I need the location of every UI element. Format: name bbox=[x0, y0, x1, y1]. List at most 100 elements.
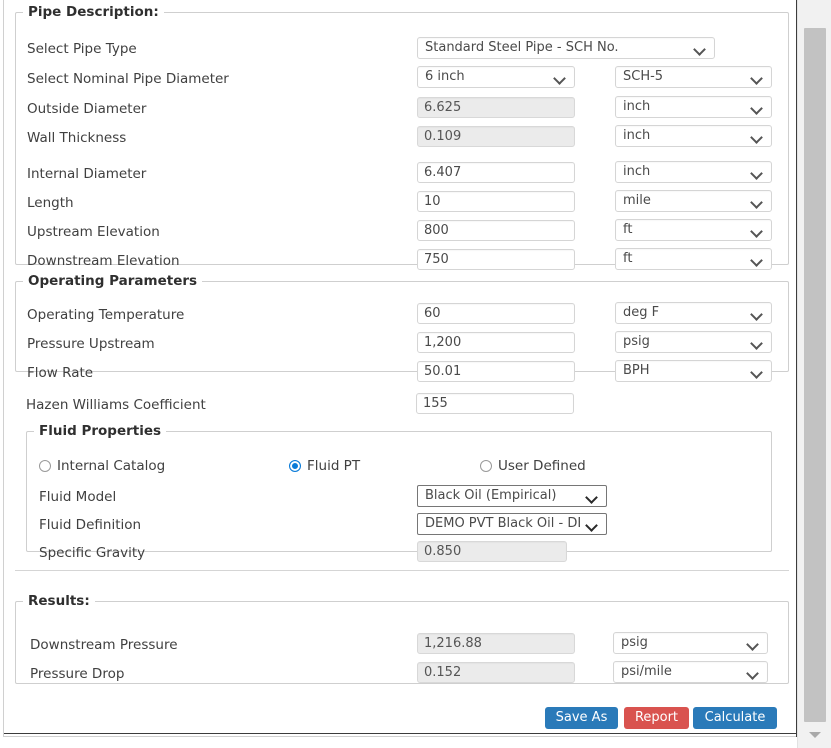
wall-thickness-field[interactable] bbox=[417, 126, 575, 147]
label-select-nominal-pipe-diameter: Select Nominal Pipe Diameter bbox=[27, 71, 229, 87]
downstream-pressure-unit-dropdown[interactable]: psig bbox=[613, 632, 768, 654]
downstream-elevation-unit-value: ft bbox=[623, 251, 633, 266]
pipe-schedule-dropdown[interactable]: SCH-5 bbox=[615, 66, 772, 88]
pipe-schedule-value: SCH-5 bbox=[623, 69, 664, 84]
length-unit-value: mile bbox=[623, 193, 651, 208]
outside-diameter-field[interactable] bbox=[417, 97, 575, 118]
radio-internal-catalog[interactable]: Internal Catalog bbox=[39, 459, 165, 473]
flow-rate-unit-dropdown[interactable]: BPH bbox=[615, 360, 772, 382]
report-button[interactable]: Report bbox=[624, 707, 689, 729]
flow-rate-unit-value: BPH bbox=[623, 363, 650, 378]
downstream-elevation-unit-dropdown[interactable]: ft bbox=[615, 248, 772, 270]
radio-internal-catalog-indicator bbox=[39, 460, 51, 472]
chevron-down-icon bbox=[752, 104, 764, 111]
pressure-drop-field[interactable] bbox=[417, 662, 575, 683]
operating-parameters-legend: Operating Parameters bbox=[28, 273, 198, 289]
upstream-elevation-unit-value: ft bbox=[623, 222, 633, 237]
row-select-pipe-type: Select Pipe Type Standard Steel Pipe - S… bbox=[16, 37, 788, 63]
operating-temperature-unit-value: deg F bbox=[623, 305, 660, 320]
label-wall-thickness: Wall Thickness bbox=[27, 130, 127, 146]
label-flow-rate: Flow Rate bbox=[27, 365, 94, 381]
fluid-definition-value: DEMO PVT Black Oil - DEM bbox=[425, 516, 580, 531]
chevron-down-icon bbox=[752, 133, 764, 140]
chevron-down-icon bbox=[587, 493, 599, 500]
pressure-drop-unit-value: psi/mile bbox=[621, 664, 672, 679]
row-outside-diameter: Outside Diameter inch bbox=[16, 96, 788, 122]
chevron-down-icon bbox=[695, 45, 707, 52]
upstream-elevation-unit-dropdown[interactable]: ft bbox=[615, 219, 772, 241]
specific-gravity-field[interactable] bbox=[417, 541, 567, 562]
pressure-upstream-unit-value: psig bbox=[623, 334, 650, 349]
row-hazen-williams-coefficient: Hazen Williams Coefficient bbox=[4, 392, 796, 418]
operating-temperature-unit-dropdown[interactable]: deg F bbox=[615, 302, 772, 324]
vertical-scrollbar[interactable] bbox=[797, 0, 831, 748]
scrollbar-down-arrow-icon[interactable] bbox=[804, 724, 826, 746]
internal-diameter-field[interactable] bbox=[417, 162, 575, 183]
radio-user-defined-indicator bbox=[480, 460, 492, 472]
radio-fluid-pt[interactable]: Fluid PT bbox=[289, 459, 360, 473]
label-hazen-williams-coefficient: Hazen Williams Coefficient bbox=[26, 397, 206, 413]
wall-thickness-unit-dropdown[interactable]: inch bbox=[615, 125, 772, 147]
select-pipe-type-value: Standard Steel Pipe - SCH No. bbox=[425, 40, 619, 55]
flow-rate-field[interactable] bbox=[417, 361, 575, 382]
downstream-pressure-unit-value: psig bbox=[621, 635, 648, 650]
panel-bottom-divider bbox=[4, 733, 796, 734]
operating-temperature-field[interactable] bbox=[417, 303, 575, 324]
upstream-elevation-field[interactable] bbox=[417, 220, 575, 241]
row-fluid-definition: Fluid Definition DEMO PVT Black Oil - DE… bbox=[27, 512, 771, 538]
row-upstream-elevation: Upstream Elevation ft bbox=[16, 219, 788, 245]
fluid-properties-fieldset: Fluid Properties Internal Catalog Fluid … bbox=[26, 423, 772, 562]
nominal-pipe-diameter-value: 6 inch bbox=[425, 69, 465, 84]
label-operating-temperature: Operating Temperature bbox=[27, 307, 185, 323]
chevron-down-icon bbox=[752, 198, 764, 205]
row-operating-temperature: Operating Temperature deg F bbox=[16, 302, 788, 328]
row-pressure-upstream: Pressure Upstream psig bbox=[16, 331, 788, 357]
calculate-button[interactable]: Calculate bbox=[693, 707, 777, 729]
wall-thickness-unit-value: inch bbox=[623, 128, 651, 143]
row-specific-gravity: Specific Gravity bbox=[27, 540, 771, 566]
chevron-down-icon bbox=[752, 256, 764, 263]
fluid-model-dropdown[interactable]: Black Oil (Empirical) bbox=[417, 485, 607, 507]
hazen-williams-coefficient-field[interactable] bbox=[416, 393, 574, 414]
radio-user-defined[interactable]: User Defined bbox=[480, 459, 586, 473]
results-legend: Results: bbox=[28, 593, 90, 609]
chevron-down-icon bbox=[555, 74, 567, 81]
pressure-drop-unit-dropdown[interactable]: psi/mile bbox=[613, 661, 768, 683]
operating-parameters-fieldset: Operating Parameters Operating Temperatu… bbox=[15, 273, 789, 382]
row-fluid-model: Fluid Model Black Oil (Empirical) bbox=[27, 484, 771, 510]
label-pressure-upstream: Pressure Upstream bbox=[27, 336, 155, 352]
row-wall-thickness: Wall Thickness inch bbox=[16, 125, 788, 151]
downstream-pressure-field[interactable] bbox=[417, 633, 575, 654]
fluid-model-value: Black Oil (Empirical) bbox=[425, 488, 557, 503]
chevron-down-icon bbox=[752, 368, 764, 375]
label-downstream-elevation: Downstream Elevation bbox=[27, 253, 180, 269]
label-length: Length bbox=[27, 195, 74, 211]
pipe-description-legend: Pipe Description: bbox=[28, 4, 159, 20]
label-pressure-drop: Pressure Drop bbox=[30, 666, 125, 682]
row-pressure-drop: Pressure Drop psi/mile bbox=[16, 661, 788, 687]
label-fluid-model: Fluid Model bbox=[39, 489, 117, 505]
pressure-upstream-unit-dropdown[interactable]: psig bbox=[615, 331, 772, 353]
scrollbar-thumb[interactable] bbox=[804, 28, 826, 722]
outside-diameter-unit-dropdown[interactable]: inch bbox=[615, 96, 772, 118]
downstream-elevation-field[interactable] bbox=[417, 249, 575, 270]
radio-fluid-pt-indicator bbox=[289, 460, 301, 472]
pipe-description-fieldset: Pipe Description: Select Pipe Type Stand… bbox=[15, 4, 789, 270]
fluid-definition-dropdown[interactable]: DEMO PVT Black Oil - DEM bbox=[417, 513, 607, 535]
chevron-down-icon bbox=[752, 227, 764, 234]
radio-fluid-pt-label: Fluid PT bbox=[307, 458, 361, 474]
label-upstream-elevation: Upstream Elevation bbox=[27, 224, 160, 240]
select-pipe-type-dropdown[interactable]: Standard Steel Pipe - SCH No. bbox=[417, 37, 715, 59]
nominal-pipe-diameter-dropdown[interactable]: 6 inch bbox=[417, 66, 575, 88]
radio-user-defined-label: User Defined bbox=[498, 458, 586, 474]
chevron-down-icon bbox=[748, 669, 760, 676]
pressure-upstream-field[interactable] bbox=[417, 332, 575, 353]
calculator-content-panel: Pipe Description: Select Pipe Type Stand… bbox=[3, 0, 797, 737]
length-field[interactable] bbox=[417, 191, 575, 212]
length-unit-dropdown[interactable]: mile bbox=[615, 190, 772, 212]
chevron-down-icon bbox=[752, 74, 764, 81]
chevron-down-icon bbox=[752, 310, 764, 317]
save-as-button[interactable]: Save As bbox=[545, 707, 618, 729]
internal-diameter-unit-value: inch bbox=[623, 164, 651, 179]
internal-diameter-unit-dropdown[interactable]: inch bbox=[615, 161, 772, 183]
